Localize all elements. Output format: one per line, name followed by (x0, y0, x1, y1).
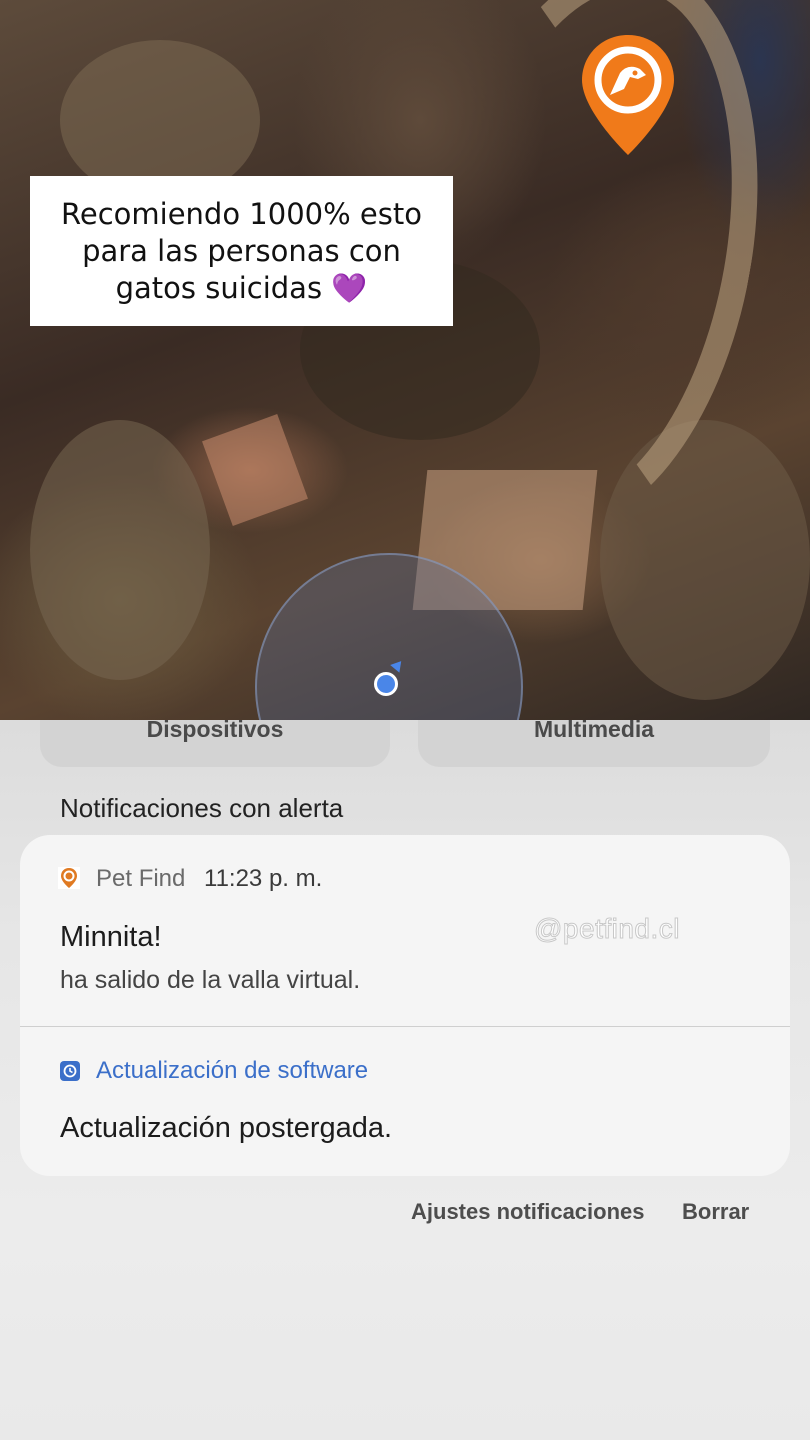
pet-find-pin-icon (58, 867, 80, 889)
clear-notifications-button[interactable]: Borrar (682, 1199, 749, 1225)
notification-card: Pet Find 11:23 p. m. Minnita! ha salido … (20, 835, 790, 1176)
notification-title: Minnita! (60, 921, 162, 953)
software-update-title: Actualización postergada. (60, 1112, 393, 1144)
notification-shade: Dispositivos Multimedia Notificaciones c… (0, 716, 810, 1440)
petfind-watermark: @petfind.cl (534, 913, 681, 945)
house-roof (202, 414, 308, 526)
software-update-notification[interactable]: Actualización de software Actualización … (20, 1027, 790, 1176)
pet-find-notification[interactable]: Pet Find 11:23 p. m. Minnita! ha salido … (20, 835, 790, 1026)
alert-notifications-heading: Notificaciones con alerta (60, 793, 344, 823)
pet-find-app-name: Pet Find (96, 865, 186, 892)
caption-overlay: Recomiendo 1000% esto para las personas … (30, 176, 453, 326)
tree-canopy (30, 420, 210, 680)
pet-find-logo-pin-icon (582, 35, 674, 155)
satellite-map-view: Recomiendo 1000% esto para las personas … (0, 0, 810, 720)
devices-tile-label: Dispositivos (146, 716, 284, 742)
notification-body: ha salido de la valla virtual. (60, 966, 361, 994)
caption-message: Recomiendo 1000% esto para las personas … (61, 196, 422, 305)
notification-time: 11:23 p. m. (204, 865, 323, 892)
caption-text: Recomiendo 1000% esto para las personas … (47, 196, 437, 307)
quick-settings-devices-tile[interactable]: Dispositivos (40, 716, 390, 767)
software-update-app-name: Actualización de software (96, 1057, 369, 1084)
purple-heart-icon: 💜 (331, 270, 368, 305)
media-tile-label: Multimedia (533, 716, 655, 742)
notification-settings-button[interactable]: Ajustes notificaciones (411, 1199, 645, 1225)
software-update-icon (60, 1061, 80, 1081)
quick-settings-media-tile[interactable]: Multimedia (418, 716, 770, 767)
current-location-dot (374, 672, 398, 696)
